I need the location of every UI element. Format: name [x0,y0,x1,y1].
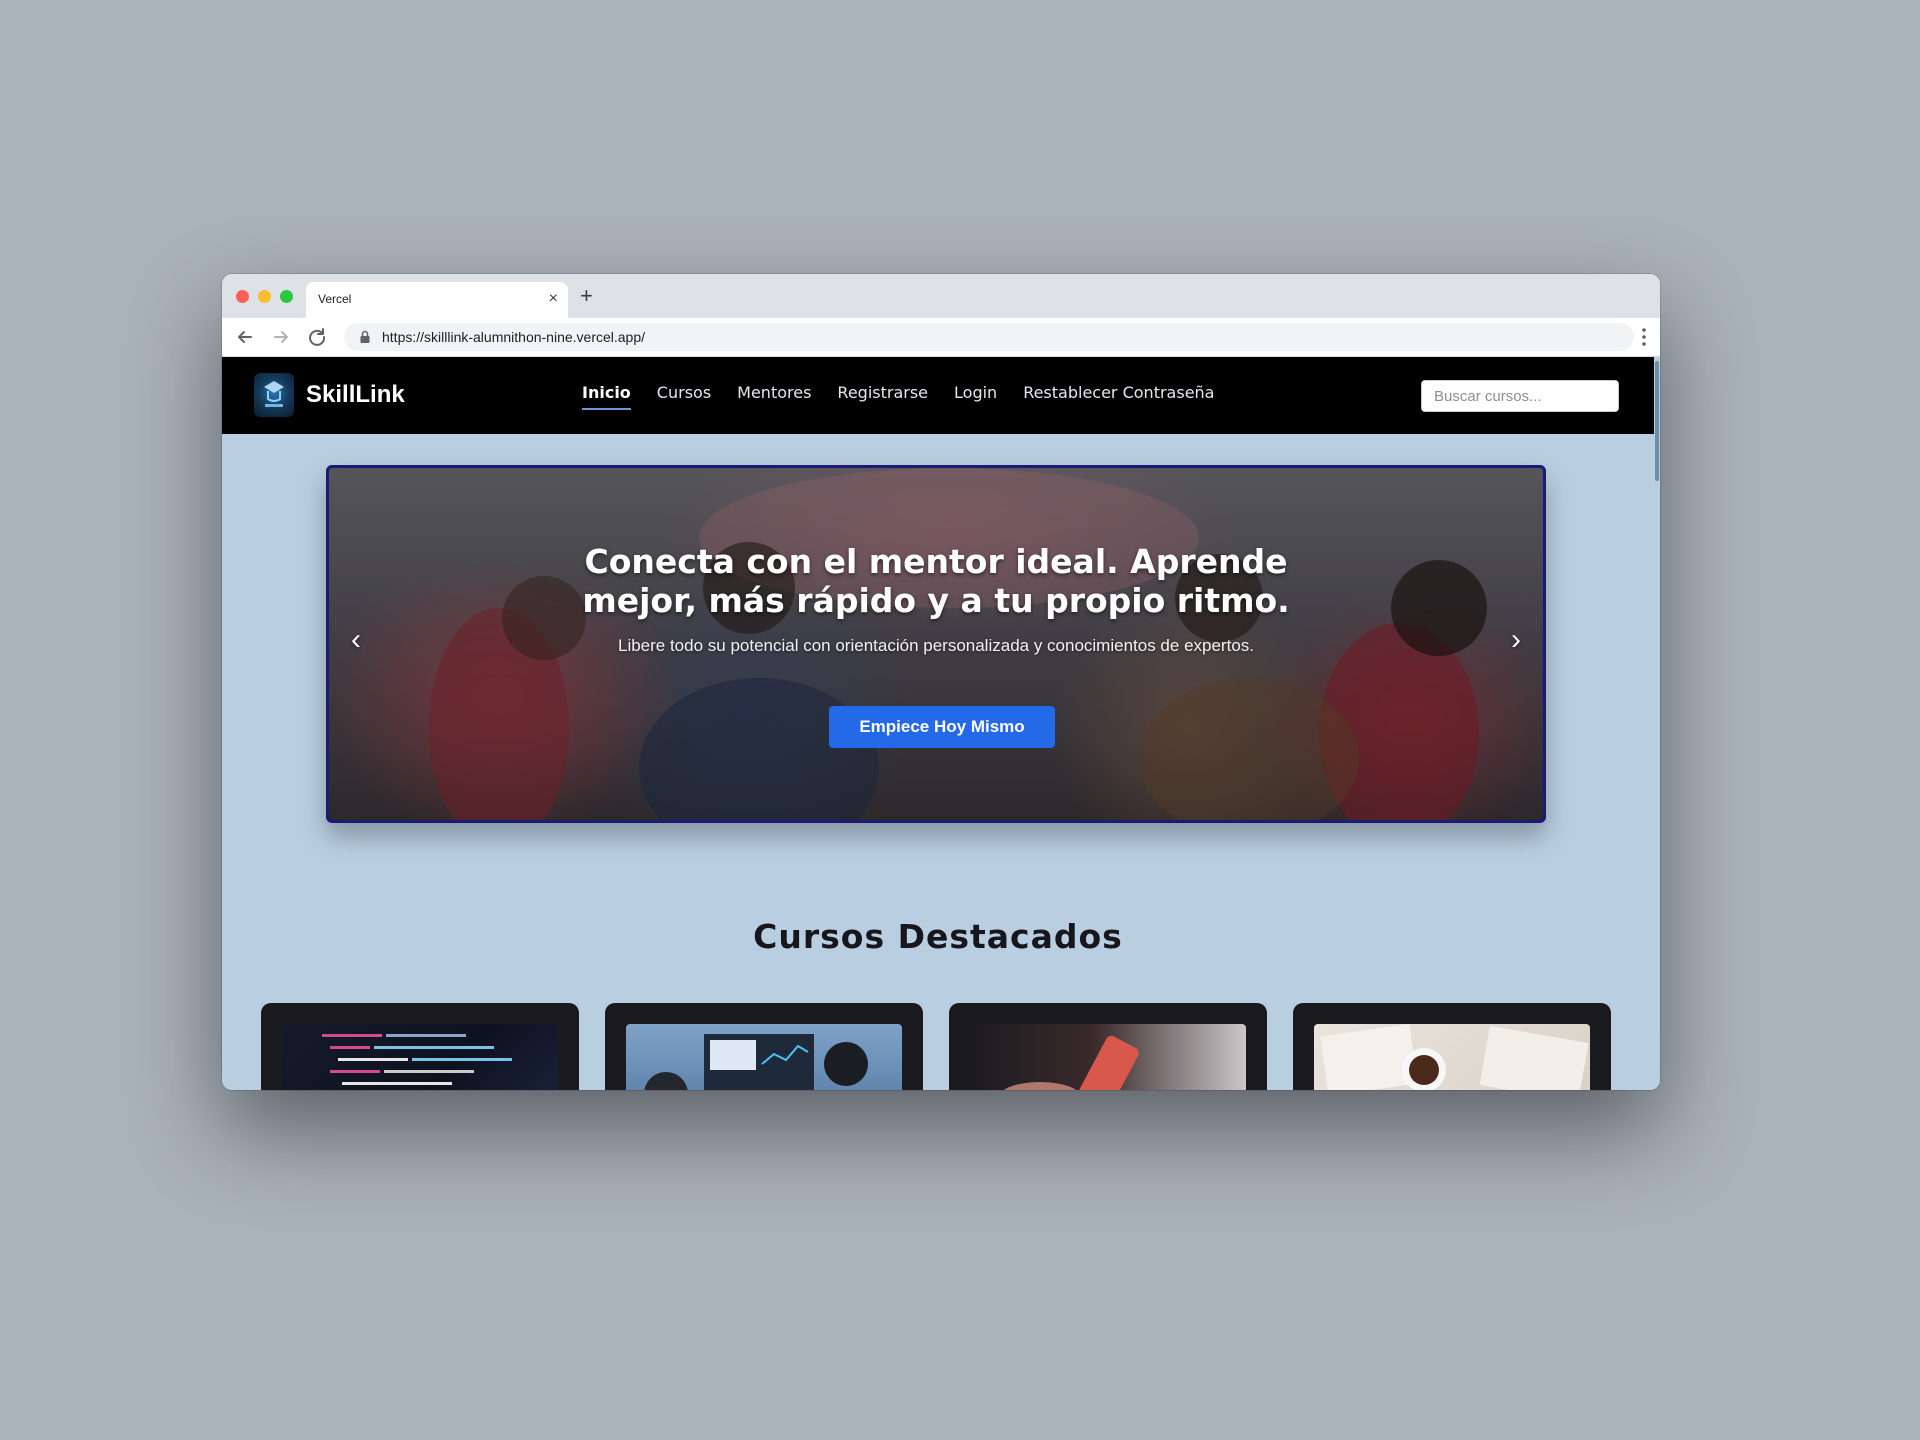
address-bar[interactable]: https://skilllink-alumnithon-nine.vercel… [344,323,1634,351]
new-tab-button[interactable]: + [580,283,593,309]
carousel-next-icon[interactable]: › [1501,625,1531,656]
course-thumbnail-reading [1314,1024,1590,1090]
nav-link-login[interactable]: Login [954,383,997,402]
url-text: https://skilllink-alumnithon-nine.vercel… [382,329,646,345]
close-tab-icon[interactable]: × [549,290,558,308]
nav-link-restablecer-contrasena[interactable]: Restablecer Contraseña [1023,383,1214,402]
reload-icon[interactable] [304,324,330,350]
nav-link-registrarse[interactable]: Registrarse [837,383,928,402]
scrollbar-thumb[interactable] [1655,361,1659,481]
data-dashboard-image [644,1034,868,1090]
course-card[interactable] [605,1003,923,1090]
code-screen-image [322,1034,512,1085]
page-scrollbar[interactable] [1654,357,1660,1090]
carousel-prev-icon[interactable]: ‹ [341,625,371,656]
browser-menu-icon[interactable] [1642,327,1646,347]
hero-title: Conecta con el mentor ideal. Aprende mej… [582,542,1290,620]
course-thumbnail-code [282,1024,558,1090]
featured-courses-title: Cursos Destacados [753,917,1123,956]
maximize-window-button[interactable] [280,290,293,303]
phone-in-hand-image [1003,1035,1139,1090]
nav-link-inicio[interactable]: Inicio [582,383,631,410]
hero-carousel: Conecta con el mentor ideal. Aprende mej… [326,465,1546,823]
course-card[interactable] [1293,1003,1611,1090]
browser-tab[interactable]: Vercel × [306,282,568,318]
books-and-coffee-image [1320,1024,1589,1090]
course-thumbnail-mobile [970,1024,1246,1090]
minimize-window-button[interactable] [258,290,271,303]
brand-name[interactable]: SkillLink [306,381,405,409]
tab-bar: Vercel × + [222,274,1660,318]
forward-arrow-icon[interactable] [268,324,294,350]
site-navbar: SkillLink Inicio Cursos Mentores Registr… [222,357,1654,434]
course-thumbnail-data [626,1024,902,1090]
course-card[interactable] [949,1003,1267,1090]
search-input[interactable] [1421,380,1619,412]
back-arrow-icon[interactable] [232,324,258,350]
page-viewport: SkillLink Inicio Cursos Mentores Registr… [222,357,1660,1090]
tab-title: Vercel [318,292,352,306]
lock-icon [360,330,370,343]
browser-window: Vercel × + https://skilllink-alumnithon-… [222,274,1660,1090]
logo-emblem-icon [264,381,284,407]
nav-link-mentores[interactable]: Mentores [737,383,811,402]
course-card[interactable] [261,1003,579,1090]
close-window-button[interactable] [236,290,249,303]
nav-link-cursos[interactable]: Cursos [657,383,711,402]
browser-toolbar: https://skilllink-alumnithon-nine.vercel… [222,318,1660,357]
hero-subtitle: Libere todo su potencial con orientación… [617,636,1254,655]
skilllink-logo[interactable] [254,373,294,417]
main-nav: Inicio Cursos Mentores Registrarse Login… [582,383,1240,410]
get-started-button[interactable]: Empiece Hoy Mismo [829,706,1055,748]
